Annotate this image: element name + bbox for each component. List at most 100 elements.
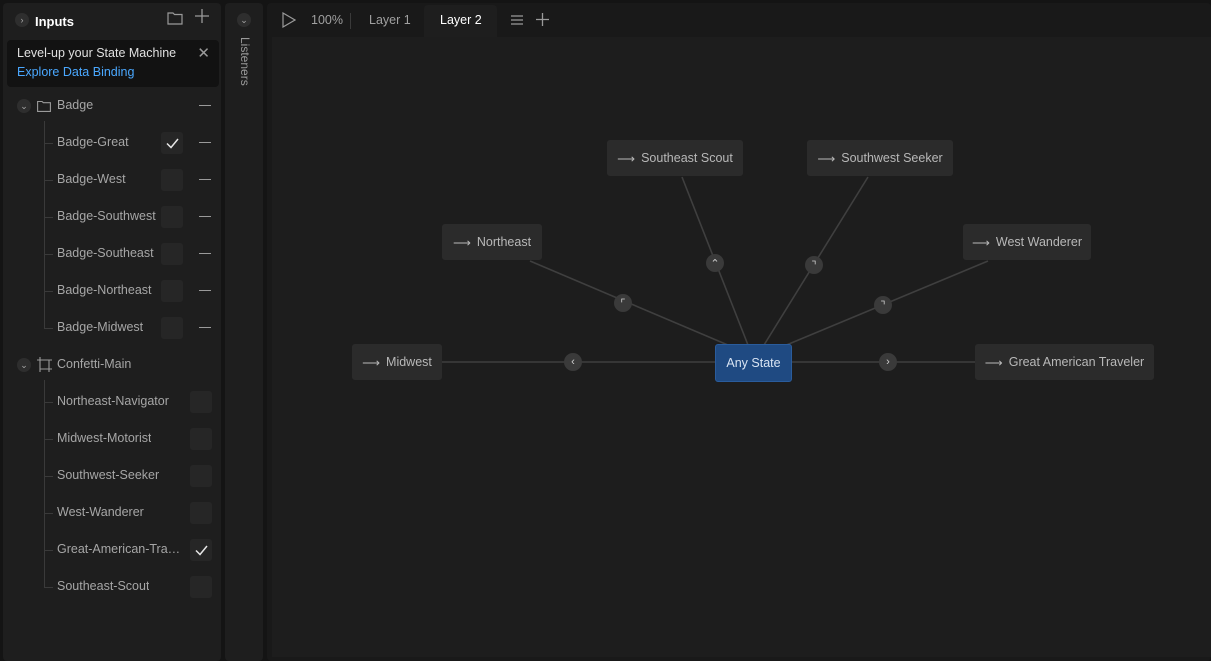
checkmark-icon xyxy=(194,545,208,556)
close-banner-icon[interactable]: ✕ xyxy=(197,44,210,62)
play-icon[interactable] xyxy=(282,12,296,28)
input-row[interactable]: Great-American-Trave... xyxy=(3,538,221,562)
remove-icon[interactable] xyxy=(199,105,211,106)
tree-branch xyxy=(44,476,53,477)
listeners-panel: ⌄ Listeners xyxy=(225,3,263,661)
add-input-icon[interactable] xyxy=(195,9,209,28)
input-label: Badge-Midwest xyxy=(57,320,144,334)
graph-canvas[interactable]: ⟶ Southeast Scout ⟶ Southwest Seeker ⟶ Nort… xyxy=(272,37,1211,657)
artboard-icon xyxy=(37,357,52,372)
node-label: Southwest Seeker xyxy=(841,151,943,165)
input-row[interactable]: Southwest-Seeker xyxy=(3,464,221,488)
input-label: Great-American-Trave... xyxy=(57,542,186,556)
collapse-chevron-icon[interactable]: › xyxy=(15,13,29,27)
state-node-west-wanderer[interactable]: ⟶ West Wanderer xyxy=(963,224,1091,260)
panel-title: Inputs xyxy=(35,14,74,29)
input-label: Northeast-Navigator xyxy=(57,394,169,408)
boolean-checkbox[interactable] xyxy=(161,280,183,302)
remove-icon[interactable] xyxy=(199,327,211,328)
boolean-checkbox[interactable] xyxy=(161,169,183,191)
remove-icon[interactable] xyxy=(199,179,211,180)
input-row[interactable]: Northeast-Navigator xyxy=(3,390,221,414)
promo-banner: Level-up your State Machine Explore Data… xyxy=(7,40,219,87)
input-row[interactable]: Badge-West xyxy=(3,168,221,192)
input-label: Midwest-Motorist xyxy=(57,431,152,445)
expand-chevron-icon[interactable]: ⌄ xyxy=(237,13,251,27)
menu-icon[interactable] xyxy=(511,14,523,26)
remove-icon[interactable] xyxy=(199,142,211,143)
state-node-great-american-traveler[interactable]: ⟶ Great American Traveler xyxy=(975,344,1154,380)
tree-branch xyxy=(44,587,53,588)
tree-branch xyxy=(44,254,53,255)
input-label: Southwest-Seeker xyxy=(57,468,160,482)
tree-branch xyxy=(44,402,53,403)
input-row[interactable]: West-Wanderer xyxy=(3,501,221,525)
divider xyxy=(350,13,351,29)
boolean-checkbox[interactable] xyxy=(161,243,183,265)
boolean-checkbox[interactable] xyxy=(190,539,212,561)
zoom-level[interactable]: 100% xyxy=(311,13,343,27)
boolean-checkbox[interactable] xyxy=(190,428,212,450)
tree-branch xyxy=(44,143,53,144)
group-label: Confetti-Main xyxy=(57,357,132,371)
input-row[interactable]: Badge-Southeast xyxy=(3,242,221,266)
boolean-checkbox[interactable] xyxy=(161,132,183,154)
explore-data-binding-link[interactable]: Explore Data Binding xyxy=(17,65,134,79)
listeners-label[interactable]: Listeners xyxy=(238,37,252,86)
input-row[interactable]: Badge-Great xyxy=(3,131,221,155)
arrow-right-icon: ⟶ xyxy=(984,355,1003,370)
boolean-checkbox[interactable] xyxy=(190,576,212,598)
input-row[interactable]: Midwest-Motorist xyxy=(3,427,221,451)
checkmark-icon xyxy=(165,138,179,149)
arrow-right-icon: ⟶ xyxy=(617,151,636,166)
input-label: Badge-Northeast xyxy=(57,283,152,297)
tab-layer-1[interactable]: Layer 1 xyxy=(369,13,411,27)
input-row[interactable]: Badge-Midwest xyxy=(3,316,221,340)
boolean-checkbox[interactable] xyxy=(190,465,212,487)
node-label: Northeast xyxy=(476,235,532,249)
remove-icon[interactable] xyxy=(199,253,211,254)
transition-marker-icon[interactable]: ‹ xyxy=(564,353,582,371)
group-badge[interactable]: ⌄ Badge xyxy=(3,94,221,118)
state-node-southwest-seeker[interactable]: ⟶ Southwest Seeker xyxy=(807,140,953,176)
input-label: Badge-Great xyxy=(57,135,129,149)
boolean-checkbox[interactable] xyxy=(190,502,212,524)
folder-icon[interactable] xyxy=(167,11,183,30)
state-node-any-state[interactable]: Any State xyxy=(715,344,792,382)
state-node-midwest[interactable]: ⟶ Midwest xyxy=(352,344,442,380)
expand-chevron-icon[interactable]: ⌄ xyxy=(17,358,31,372)
state-node-northeast[interactable]: ⟶ Northeast xyxy=(442,224,542,260)
boolean-checkbox[interactable] xyxy=(161,206,183,228)
state-node-southeast-scout[interactable]: ⟶ Southeast Scout xyxy=(607,140,743,176)
remove-icon[interactable] xyxy=(199,290,211,291)
group-confetti-main[interactable]: ⌄ Confetti-Main xyxy=(3,353,221,377)
transition-marker-icon[interactable]: › xyxy=(879,353,897,371)
transition-marker-icon[interactable]: ⌃ xyxy=(706,254,724,272)
input-label: Southeast-Scout xyxy=(57,579,150,593)
remove-icon[interactable] xyxy=(199,216,211,217)
input-label: Badge-Southwest xyxy=(57,209,156,223)
node-label: Great American Traveler xyxy=(1008,355,1145,369)
tree-branch xyxy=(44,439,53,440)
tree-branch xyxy=(44,180,53,181)
input-row[interactable]: Badge-Northeast xyxy=(3,279,221,303)
transition-marker-icon[interactable]: ⌝ xyxy=(874,296,892,314)
group-label: Badge xyxy=(57,98,94,112)
tree-branch xyxy=(44,513,53,514)
transition-marker-icon[interactable]: ⌝ xyxy=(805,256,823,274)
add-layer-icon[interactable] xyxy=(536,13,549,26)
tab-layer-2[interactable]: Layer 2 xyxy=(440,13,482,27)
boolean-checkbox[interactable] xyxy=(161,317,183,339)
input-row[interactable]: Badge-Southwest xyxy=(3,205,221,229)
arrow-right-icon: ⟶ xyxy=(362,355,381,370)
transition-marker-icon[interactable]: ⌜ xyxy=(614,294,632,312)
tree-branch xyxy=(44,550,53,551)
node-label: Midwest xyxy=(386,355,432,369)
inputs-panel: › Inputs Level-up your State Machine Exp… xyxy=(3,3,221,661)
input-row[interactable]: Southeast-Scout xyxy=(3,575,221,599)
folder-icon xyxy=(37,100,51,112)
boolean-checkbox[interactable] xyxy=(190,391,212,413)
expand-chevron-icon[interactable]: ⌄ xyxy=(17,99,31,113)
input-label: West-Wanderer xyxy=(57,505,144,519)
tree-branch xyxy=(44,217,53,218)
